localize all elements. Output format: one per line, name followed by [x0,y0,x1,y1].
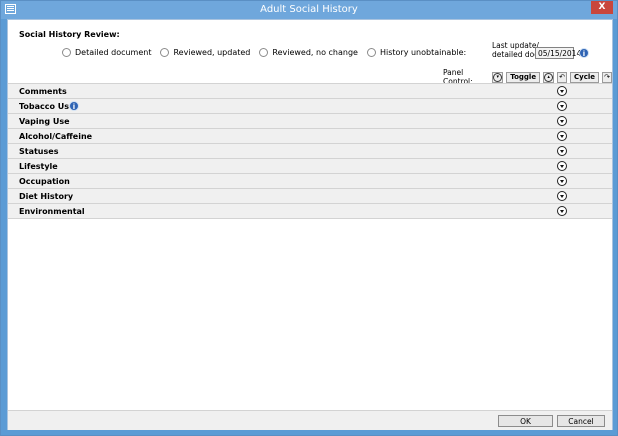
title-bar: Adult Social History X [1,1,617,19]
window-title: Adult Social History [260,4,358,15]
section-label: Comments [19,87,67,96]
radio-label: Reviewed, updated [173,48,251,57]
info-icon[interactable]: i [579,48,589,58]
section-label: Alcohol/Caffeine [19,132,93,141]
chevron-down-circle-icon[interactable] [557,101,567,111]
last-update-label-line2: detailed doc: [492,50,541,59]
section-label: Occupation [19,177,70,186]
chevron-up-icon: ▴ [544,72,554,82]
social-history-window: Adult Social History X Social History Re… [0,0,618,436]
section-label: Environmental [19,207,85,216]
last-update-label: Last update/ detailed doc: [492,41,541,59]
chevron-down-circle-icon[interactable] [557,191,567,201]
cycle-forward-button[interactable]: ↷ [602,71,613,83]
section-lifestyle[interactable]: Lifestyle [8,158,612,173]
radio-reviewed-updated[interactable]: Reviewed, updated [160,48,250,57]
rotate-left-icon: ↶ [559,73,565,81]
section-statuses[interactable]: Statuses [8,143,612,158]
toggle-button[interactable]: Toggle [506,71,541,83]
chevron-down-circle-icon[interactable] [557,86,567,96]
chevron-down-circle-icon[interactable] [557,116,567,126]
rotate-right-icon: ↷ [604,73,610,81]
radio-history-unobtainable[interactable]: History unobtainable: [366,48,467,57]
section-tobacco-use[interactable]: Tobacco Use i [8,98,612,113]
section-label: Vaping Use [19,117,70,126]
section-alcohol-caffeine[interactable]: Alcohol/Caffeine [8,128,612,143]
collapse-all-button[interactable]: ▾ [492,71,504,83]
chevron-down-circle-icon[interactable] [557,146,567,156]
section-occupation[interactable]: Occupation [8,173,612,188]
radio-circle-icon [259,48,269,57]
dialog-content: Social History Review: Detailed document… [7,19,613,430]
radio-label: Detailed document [75,48,152,57]
chevron-down-icon: ▾ [493,72,503,82]
section-label: Tobacco Use [19,102,75,111]
section-environmental[interactable]: Environmental [8,203,612,219]
cycle-back-button[interactable]: ↶ [557,71,568,83]
section-label: Diet History [19,192,74,201]
chevron-down-circle-icon[interactable] [557,161,567,171]
cancel-button[interactable]: Cancel [557,415,605,427]
section-diet-history[interactable]: Diet History [8,188,612,203]
radio-label: History unobtainable: [379,48,467,57]
last-update-date-field[interactable]: 05/15/2014 [535,47,581,59]
radio-circle-icon [62,48,71,57]
radio-circle-icon [366,48,376,57]
radio-detailed-document[interactable]: Detailed document [62,48,151,57]
radio-label: Reviewed, no change [272,48,358,57]
cycle-button[interactable]: Cycle [570,71,600,83]
chevron-down-circle-icon[interactable] [557,176,567,186]
radio-circle-icon [160,48,170,57]
section-list: Comments Tobacco Use i Vaping Use Alcoho… [8,83,612,219]
chevron-down-circle-icon[interactable] [557,131,567,141]
last-update-label-line1: Last update/ [492,41,539,50]
chevron-down-circle-icon[interactable] [557,206,567,216]
section-label: Lifestyle [19,162,58,171]
info-icon[interactable]: i [69,101,79,111]
close-button[interactable]: X [591,1,613,14]
section-label: Statuses [19,147,59,156]
section-vaping-use[interactable]: Vaping Use [8,113,612,128]
radio-reviewed-no-change[interactable]: Reviewed, no change [259,48,358,57]
review-options: Detailed document Reviewed, updated Revi… [62,48,466,57]
expand-all-button[interactable]: ▴ [543,71,555,83]
ok-button[interactable]: OK [498,415,553,427]
dialog-footer: OK Cancel [8,410,612,430]
section-comments[interactable]: Comments [8,83,612,98]
social-history-review-title: Social History Review: [19,30,120,39]
